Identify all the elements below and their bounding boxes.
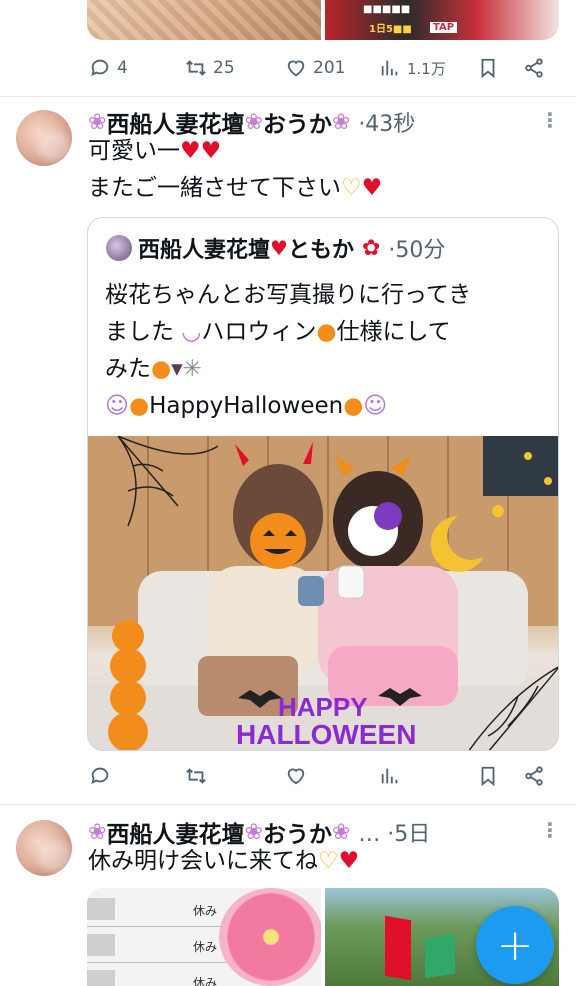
quote-time: ·50分	[388, 238, 446, 263]
quote-avatar	[106, 235, 132, 261]
compose-button[interactable]: +	[476, 906, 554, 984]
flower-icon: ❀	[244, 109, 263, 135]
retweet-icon	[186, 60, 206, 76]
divider	[0, 96, 576, 97]
flower-icon: ❀	[331, 819, 351, 845]
views-button[interactable]	[379, 765, 401, 787]
pumpkin-emoji-icon: ●	[151, 356, 172, 382]
display-name-suffix[interactable]: おうか	[263, 105, 332, 139]
media-image-schedule[interactable]: 休み 休み 休み	[87, 888, 321, 986]
schedule-label: 休み	[193, 904, 218, 918]
pumpkin-emoji-icon: ●	[128, 393, 150, 419]
share-button[interactable]	[523, 57, 545, 79]
views-button[interactable]: 1.1万	[379, 57, 446, 79]
tweet-text-line-2: またご一緒させて下さい♡♥	[88, 171, 382, 206]
flower-icon: ❀	[331, 109, 351, 135]
halloween-overlay-text: HALLOWEEN	[236, 719, 416, 750]
flower-icon: ❀	[88, 819, 107, 845]
happy-overlay-text: HAPPY	[278, 692, 368, 722]
quote-text-line-2: ました ◡ハロウィン●仕様にして	[105, 315, 451, 350]
heart-icon	[287, 768, 305, 785]
halloween-photo-decoration: HAPPY HALLOWEEN	[88, 436, 558, 750]
tweet-text-line-1: 休み明け会いに来てね♡♥	[88, 844, 359, 879]
divider	[0, 804, 576, 805]
quote-display-name-suffix: ともか	[287, 238, 354, 263]
tweet-time[interactable]: … ·5日	[358, 816, 430, 848]
view-count: 1.1万	[407, 59, 446, 78]
retweet-button[interactable]: 25	[185, 57, 235, 79]
quote-text-line-3: みた●▾✳	[105, 352, 202, 387]
quote-text-line-1: 桜花ちゃんとお写真撮りに行ってき	[105, 282, 472, 308]
share-button[interactable]	[523, 765, 545, 787]
pumpkin-emoji-icon: ●	[316, 319, 337, 345]
heart-emoji-icon: ♥	[270, 236, 288, 260]
flower-icon: ❀	[88, 109, 107, 135]
retweet-count: 25	[213, 58, 235, 78]
pumpkin-emoji-icon: ●	[343, 393, 364, 419]
quote-text: ハロウィン	[201, 319, 317, 345]
quote-text: 仕様にして	[336, 319, 451, 345]
quote-display-name: 西船人妻花壇	[138, 238, 271, 263]
bat-emoji-icon: ▾	[171, 356, 183, 382]
share-icon	[525, 766, 543, 786]
spiderweb-emoji-icon: ✳	[182, 356, 202, 382]
prev-tweet-actions: 4 25 201 1.1万	[89, 52, 559, 84]
tweet-text: 可愛い一	[88, 138, 180, 164]
prev-media-image-1[interactable]	[87, 0, 321, 40]
reply-button[interactable]	[89, 765, 111, 787]
reply-icon	[91, 767, 109, 785]
retweet-icon	[186, 768, 206, 784]
smile-emoji-icon: ◡	[181, 319, 202, 345]
like-count: 201	[313, 58, 346, 78]
retweet-button[interactable]	[185, 765, 207, 787]
bookmark-icon	[481, 58, 495, 79]
bookmark-button[interactable]	[477, 57, 499, 79]
reply-count: 4	[117, 58, 128, 78]
ghost-emoji-icon: ☺	[363, 393, 388, 419]
tweet-text: またご一緒させて下さい	[88, 175, 341, 201]
heart-icon	[287, 60, 305, 77]
like-button[interactable]: 201	[285, 57, 345, 79]
heart-emoji-icon: ♥♥	[180, 138, 222, 164]
quote-photo[interactable]: HAPPY HALLOWEEN	[88, 436, 558, 750]
rose-emoji-icon: ✿	[361, 235, 381, 261]
heart-emoji-icon: ♥	[338, 848, 360, 874]
views-icon	[381, 768, 398, 784]
tweet-actions	[89, 760, 559, 792]
avatar[interactable]	[16, 820, 72, 876]
heart-hands-emoji-icon: ♡	[341, 175, 362, 201]
prev-media-image-2[interactable]: ■■■■■ 1日5■■ TAP	[325, 0, 559, 40]
avatar[interactable]	[16, 110, 72, 166]
more-options-icon[interactable]: ⋮	[540, 818, 560, 842]
share-icon	[525, 58, 543, 78]
tweet-time[interactable]: ·43秒	[358, 106, 415, 138]
reply-icon	[91, 59, 109, 77]
quote-text: ました	[105, 319, 174, 345]
tweet-text: 休み明け会いに来てね	[88, 848, 318, 874]
schedule-label: 休み	[193, 976, 218, 986]
quoted-tweet[interactable]: 西船人妻花壇 ♥ ともか ✿ ·50分 桜花ちゃんとお写真撮りに行ってき ました…	[87, 217, 559, 751]
like-button[interactable]	[285, 765, 307, 787]
more-options-icon[interactable]: ⋮	[540, 108, 560, 132]
tweet-text-line-1: 可愛い一♥♥	[88, 134, 221, 169]
bookmark-button[interactable]	[477, 765, 499, 787]
quote-text: みた	[105, 356, 151, 382]
bookmark-icon	[481, 766, 495, 787]
heart-hands-emoji-icon: ♡	[318, 848, 339, 874]
heart-emoji-icon: ♥	[361, 175, 383, 201]
quote-header: 西船人妻花壇 ♥ ともか ✿ ·50分	[106, 232, 445, 264]
views-icon	[381, 60, 398, 76]
schedule-label: 休み	[193, 940, 218, 954]
quote-text: HappyHalloween	[149, 393, 344, 419]
quote-text-line-4: ☺●HappyHalloween●☺	[105, 389, 387, 424]
ghost-emoji-icon: ☺	[105, 393, 129, 419]
plus-icon: +	[496, 919, 534, 971]
prev-tweet-media[interactable]: ■■■■■ 1日5■■ TAP	[87, 0, 559, 40]
flower-icon: ❀	[244, 819, 263, 845]
reply-button[interactable]: 4	[89, 57, 128, 79]
